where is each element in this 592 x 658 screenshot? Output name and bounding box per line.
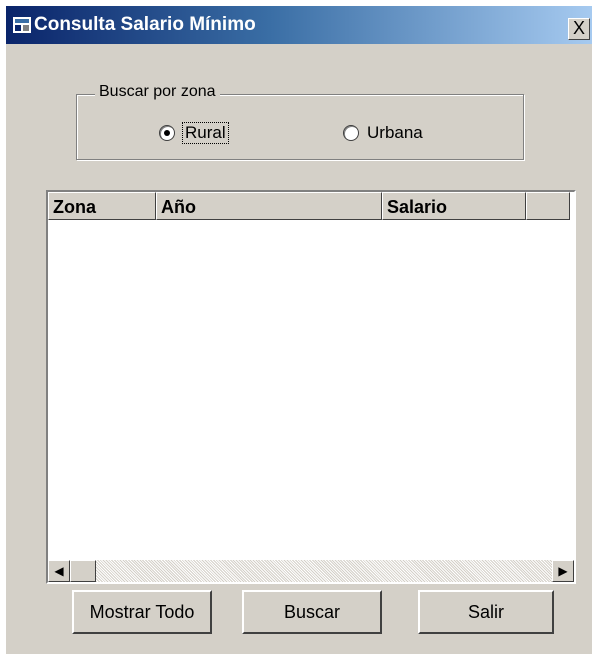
- title-bar[interactable]: Consulta Salario Mínimo X: [6, 6, 592, 44]
- scroll-track[interactable]: [96, 560, 552, 582]
- radio-rural-label[interactable]: Rural: [182, 122, 229, 144]
- app-icon: [13, 17, 31, 33]
- close-icon[interactable]: X: [568, 18, 590, 40]
- consulta-salario-window: Consulta Salario Mínimo X Buscar por zon…: [6, 6, 592, 654]
- listview-header: Zona Año Salario: [48, 192, 574, 222]
- window-title: Consulta Salario Mínimo: [34, 14, 256, 35]
- horizontal-scrollbar[interactable]: ◀ ▶: [48, 560, 574, 582]
- radio-urbana[interactable]: Urbana: [343, 123, 423, 143]
- column-header-empty[interactable]: [526, 192, 570, 220]
- exit-button[interactable]: Salir: [418, 590, 554, 634]
- salary-listview[interactable]: Zona Año Salario ◀ ▶: [46, 190, 576, 584]
- search-button[interactable]: Buscar: [242, 590, 382, 634]
- column-header-zona[interactable]: Zona: [48, 192, 156, 220]
- column-header-ano[interactable]: Año: [156, 192, 382, 220]
- scroll-thumb[interactable]: [70, 560, 96, 582]
- groupbox-legend: Buscar por zona: [95, 83, 220, 101]
- radio-urbana-circle[interactable]: [343, 125, 359, 141]
- column-header-salario[interactable]: Salario: [382, 192, 526, 220]
- radio-rural[interactable]: Rural: [159, 122, 229, 144]
- show-all-button[interactable]: Mostrar Todo: [72, 590, 212, 634]
- scroll-left-icon[interactable]: ◀: [48, 560, 70, 582]
- radio-selected-dot: [164, 130, 170, 136]
- zone-search-groupbox: Buscar por zona Rural Urbana: [76, 83, 524, 160]
- scroll-right-icon[interactable]: ▶: [552, 560, 574, 582]
- radio-urbana-label[interactable]: Urbana: [367, 123, 423, 143]
- radio-rural-circle[interactable]: [159, 125, 175, 141]
